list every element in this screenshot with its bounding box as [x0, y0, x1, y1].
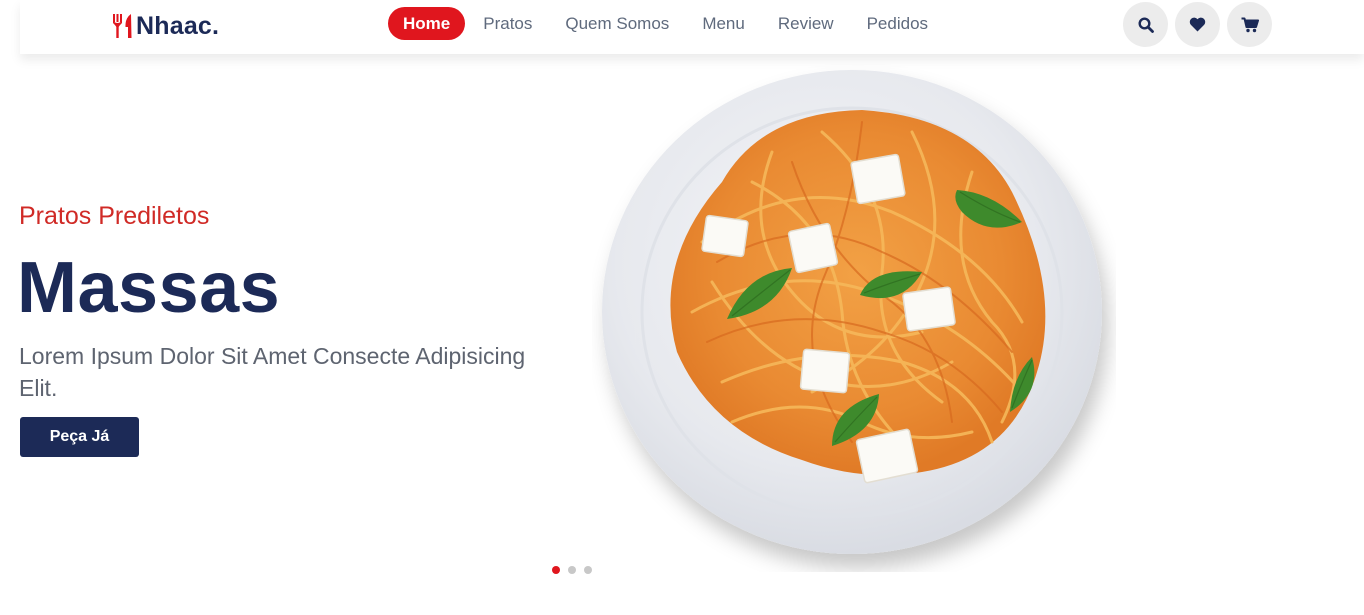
carousel-dot[interactable]: [552, 566, 560, 574]
brand-name: Nhaac.: [136, 11, 220, 40]
hero-subtitle: Pratos Prediletos: [19, 202, 210, 230]
nav-item-review[interactable]: Review: [762, 7, 850, 40]
nav-item-menu[interactable]: Menu: [686, 7, 761, 40]
site-header: Nhaac. Home Pratos Quem Somos Menu Revie…: [20, 0, 1364, 54]
fork-knife-icon: [112, 13, 134, 39]
carousel-dot[interactable]: [568, 566, 576, 574]
hero-title: Massas: [17, 248, 281, 328]
carousel-dot[interactable]: [584, 566, 592, 574]
brand-logo[interactable]: Nhaac.: [112, 10, 219, 42]
search-button[interactable]: [1123, 2, 1168, 47]
nav-item-quem-somos[interactable]: Quem Somos: [549, 7, 685, 40]
favorites-button[interactable]: [1175, 2, 1220, 47]
carousel-indicators: [552, 566, 592, 574]
search-icon: [1137, 16, 1154, 33]
cart-button[interactable]: [1227, 2, 1272, 47]
order-now-button[interactable]: Peça Já: [20, 417, 139, 457]
hero-description: Lorem Ipsum Dolor Sit Amet Consecte Adip…: [19, 343, 526, 401]
nav-item-pedidos[interactable]: Pedidos: [851, 7, 944, 40]
cart-icon: [1241, 17, 1259, 33]
header-actions: [1123, 2, 1272, 47]
spaghetti-plate-image: [592, 62, 1116, 572]
main-nav: Home Pratos Quem Somos Menu Review Pedid…: [388, 7, 945, 40]
nav-item-home[interactable]: Home: [388, 7, 466, 40]
heart-icon: [1189, 17, 1206, 32]
nav-item-pratos[interactable]: Pratos: [467, 7, 548, 40]
